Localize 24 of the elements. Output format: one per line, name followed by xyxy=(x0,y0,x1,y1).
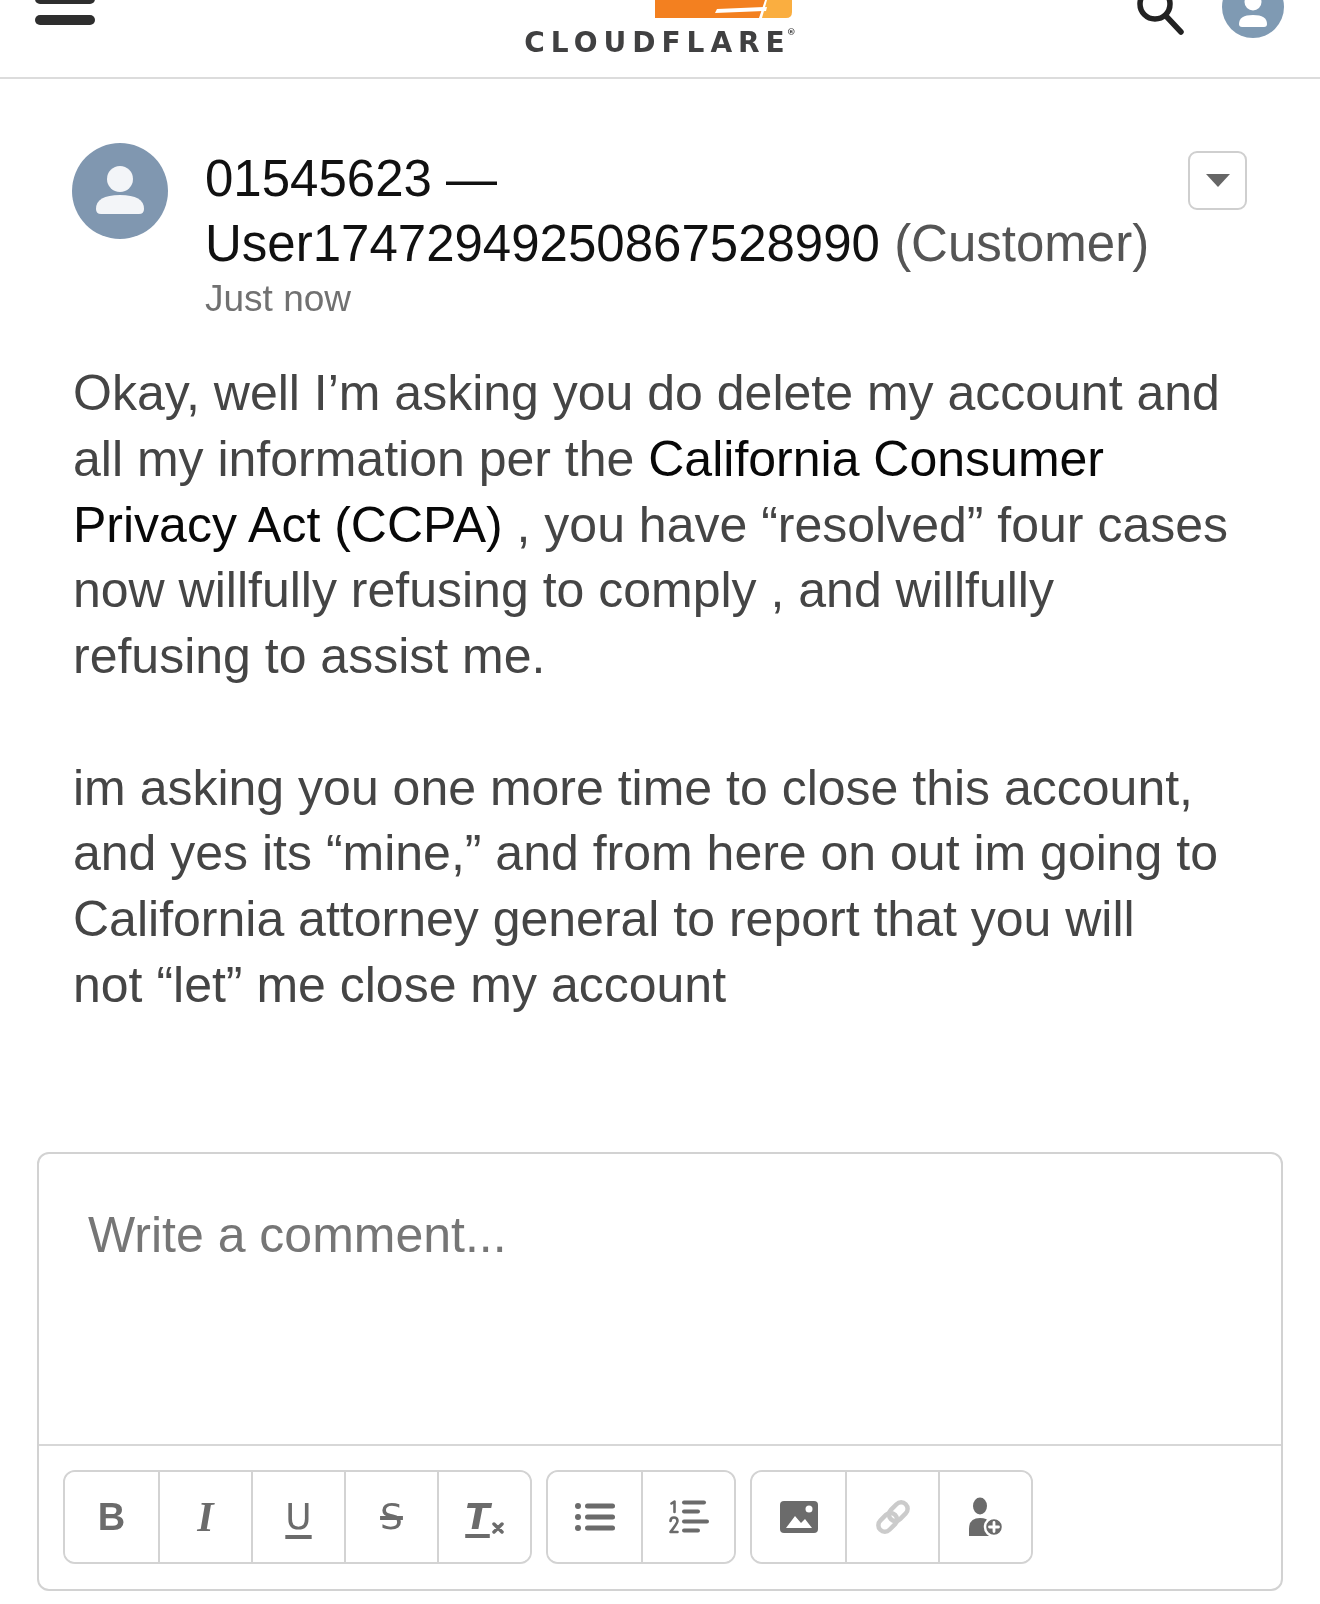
search-icon[interactable] xyxy=(1134,0,1186,36)
comment-editor[interactable]: Write a comment... B I U S T xyxy=(37,1151,1283,1591)
menu-icon[interactable] xyxy=(35,0,95,25)
comment-field[interactable]: Write a comment... xyxy=(39,1153,1281,1444)
user-avatar-icon[interactable] xyxy=(1222,0,1284,38)
dropdown-button[interactable] xyxy=(1188,151,1247,210)
numbered-list-icon xyxy=(668,1499,709,1534)
image-icon xyxy=(779,1500,818,1533)
clear-format-button[interactable]: T xyxy=(437,1471,530,1562)
logo-text: CLOUDFLARE$^{®}$ xyxy=(524,28,796,57)
x-icon xyxy=(491,1521,504,1534)
ticket-number: 01545623 — xyxy=(205,150,498,207)
message-paragraph: Okay, well I’m asking you do delete my account and all my information per the California Consumer Privacy Act (CCPA) , you have “resolved” four cases now willfully refusing to comply , and willfully refusing to assist me. xyxy=(73,364,1229,686)
avatar-icon xyxy=(72,143,168,239)
caret-icon xyxy=(1205,174,1230,187)
bullet-list-icon xyxy=(574,1502,615,1531)
message-paragraph: im asking you one more time to close this account, and yes its “mine,” and from here on out im going to California attorney general to report that you will not “let” me close my account xyxy=(73,758,1219,1015)
timestamp: Just now xyxy=(205,277,351,321)
numbered-list-button[interactable] xyxy=(641,1471,734,1562)
mention-button[interactable] xyxy=(938,1471,1031,1562)
chain-link-icon xyxy=(873,1497,912,1536)
author-role: (Customer) xyxy=(894,215,1150,272)
person-plus-icon xyxy=(967,1496,1004,1537)
author-name: User17472949250867528990 xyxy=(205,215,880,272)
